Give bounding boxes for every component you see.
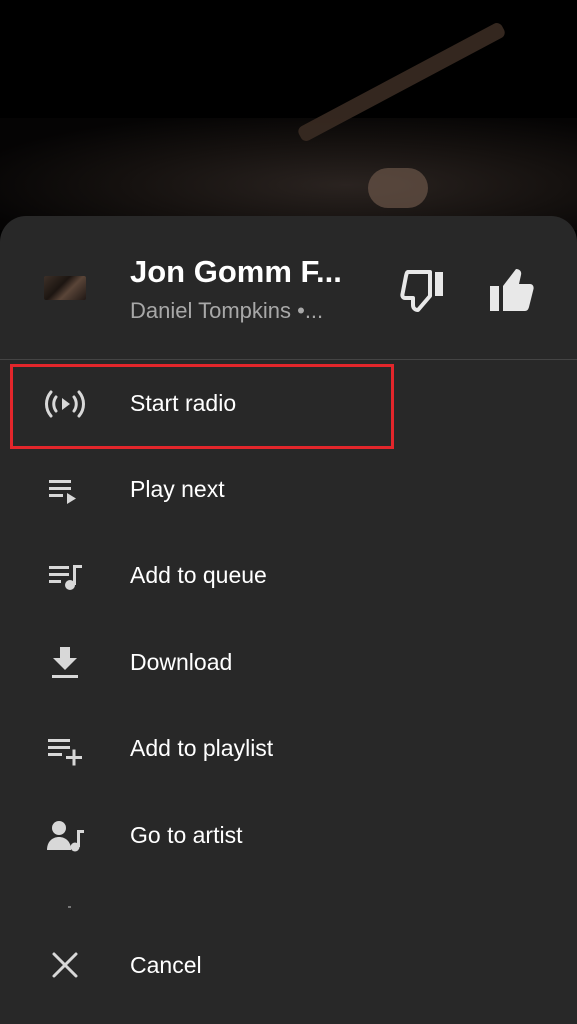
menu-label-cancel: Cancel — [130, 952, 202, 978]
menu-label-add-to-queue: Add to queue — [130, 562, 267, 588]
playlist-add-icon — [44, 729, 86, 769]
download-icon — [44, 643, 86, 683]
menu-item-add-to-playlist[interactable]: Add to playlist — [0, 709, 577, 789]
thumb-down-icon — [400, 270, 443, 312]
menu-label-play-next: Play next — [130, 476, 225, 502]
video-frame — [0, 118, 577, 230]
menu-label-download: Download — [130, 649, 233, 675]
dislike-button[interactable] — [400, 268, 452, 314]
highlight-box — [10, 364, 394, 449]
header-divider — [0, 359, 577, 360]
video-hand — [368, 168, 428, 208]
menu-label-add-to-playlist: Add to playlist — [130, 735, 274, 761]
song-subtitle: Daniel Tompkins •... — [130, 298, 324, 323]
bottom-sheet: Jon Gomm F... Daniel Tompkins •... Start… — [0, 216, 577, 1024]
play-next-icon — [44, 470, 86, 510]
menu-item-download[interactable]: Download — [0, 623, 577, 703]
menu-item-cancel[interactable]: Cancel — [0, 926, 577, 1006]
thumb-up-icon — [490, 269, 534, 311]
like-button[interactable] — [486, 266, 538, 314]
video-background — [0, 0, 577, 230]
now-playing-header: Jon Gomm F... Daniel Tompkins •... — [0, 216, 577, 359]
artist-icon — [44, 816, 86, 856]
menu-item-play-next[interactable]: Play next — [0, 450, 577, 530]
queue-music-icon — [44, 556, 86, 596]
scroll-indicator — [68, 906, 71, 908]
song-title: Jon Gomm F... — [130, 254, 342, 289]
close-icon — [44, 946, 86, 986]
menu-item-go-to-artist[interactable]: Go to artist — [0, 796, 577, 876]
song-thumbnail — [44, 276, 86, 300]
menu-label-go-to-artist: Go to artist — [130, 822, 243, 848]
menu-item-add-to-queue[interactable]: Add to queue — [0, 536, 577, 616]
